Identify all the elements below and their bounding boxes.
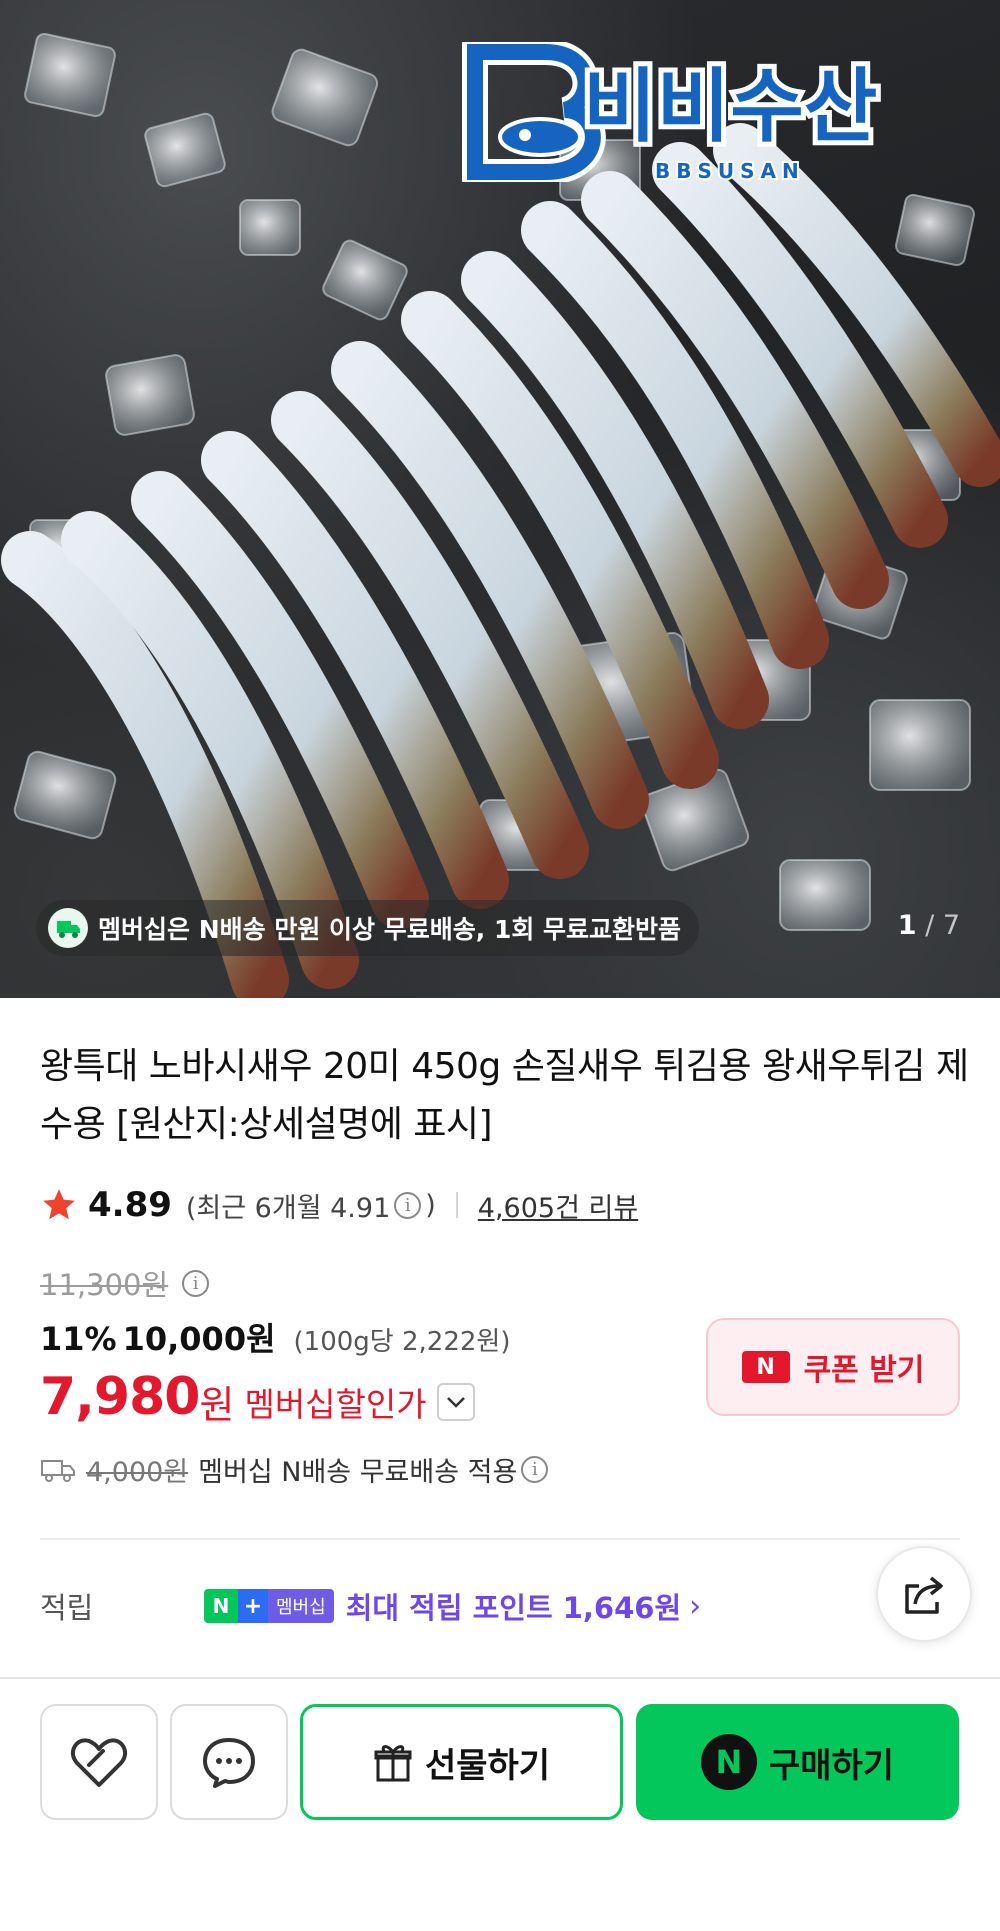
review-count-link[interactable]: 4,605건 리뷰 bbox=[478, 1186, 638, 1225]
rating-row: 4.89 (최근 6개월 4.91 i ) 4,605건 리뷰 bbox=[40, 1182, 638, 1228]
membership-notice[interactable]: 멤버십은 N배송 만원 이상 무료배송, 1회 무료교환반품 bbox=[36, 900, 700, 956]
discount-percent: 11% bbox=[40, 1320, 117, 1358]
gift-button[interactable]: 선물하기 bbox=[300, 1704, 623, 1820]
naver-pay-icon: N bbox=[700, 1734, 757, 1790]
info-icon[interactable]: i bbox=[394, 1191, 422, 1219]
shipping-info-icon[interactable]: i bbox=[521, 1456, 549, 1483]
sale-price-row: 11% 10,000원 (100g당 2,222원) bbox=[40, 1314, 511, 1360]
price-info-icon[interactable]: i bbox=[182, 1269, 210, 1297]
recent-rating: (최근 6개월 4.91 bbox=[185, 1192, 391, 1224]
brand-logo: 비비수산 BBSUSAN bbox=[462, 42, 882, 182]
member-price-unit: 원 bbox=[199, 1383, 235, 1427]
member-price-label: 멤버십할인가 bbox=[244, 1384, 427, 1424]
chevron-right-icon: › bbox=[689, 1588, 702, 1624]
recent-rating-close: ) bbox=[425, 1189, 436, 1221]
member-price-row: 7,980 원 멤버십할인가 bbox=[40, 1364, 475, 1429]
page-total: 7 bbox=[942, 910, 960, 941]
max-points-text: 최대 적립 포인트 1,646원 bbox=[345, 1591, 682, 1625]
buy-button[interactable]: N 구매하기 bbox=[636, 1704, 959, 1820]
original-price: 11,300원 bbox=[40, 1268, 169, 1302]
shipping-row: 4,000원 멤버십 N배송 무료배송 적용 i bbox=[40, 1450, 552, 1489]
wishlist-button[interactable] bbox=[40, 1704, 158, 1820]
heart-icon bbox=[70, 1738, 128, 1787]
unit-price: (100g당 2,222원) bbox=[293, 1327, 511, 1357]
divider bbox=[40, 1538, 960, 1540]
sale-price: 10,000원 bbox=[122, 1320, 276, 1358]
membership-notice-text: 멤버십은 N배송 만원 이상 무료배송, 1회 무료교환반품 bbox=[98, 915, 682, 944]
page-current: 1 bbox=[897, 910, 917, 941]
shipping-fee: 4,000원 bbox=[86, 1457, 189, 1488]
points-label: 적립 bbox=[40, 1591, 94, 1625]
coupon-button[interactable]: N 쿠폰 받기 bbox=[706, 1318, 960, 1416]
share-icon bbox=[905, 1576, 943, 1614]
delivery-icon bbox=[48, 908, 88, 948]
talk-icon bbox=[203, 1738, 255, 1788]
bottom-bar-divider bbox=[0, 1677, 1000, 1679]
gift-button-label: 선물하기 bbox=[424, 1745, 551, 1786]
page-separator: / bbox=[925, 910, 935, 941]
rating-score: 4.89 bbox=[88, 1185, 172, 1225]
buy-button-label: 구매하기 bbox=[768, 1745, 895, 1786]
member-price: 7,980 bbox=[40, 1366, 200, 1427]
product-title: 왕특대 노바시새우 20미 450g 손질새우 튀김용 왕새우튀김 제수용 [원… bbox=[40, 1046, 969, 1145]
coupon-n-icon: N bbox=[741, 1351, 790, 1383]
points-row[interactable]: 적립 N + 멤버십 최대 적립 포인트 1,646원 › bbox=[40, 1586, 960, 1626]
coupon-button-label: 쿠폰 받기 bbox=[803, 1353, 925, 1388]
gift-icon bbox=[374, 1745, 412, 1782]
share-button[interactable] bbox=[876, 1546, 972, 1642]
svg-text:비비수산: 비비수산 bbox=[583, 60, 877, 153]
truck-icon bbox=[41, 1459, 75, 1482]
image-page-counter: 1 / 7 bbox=[898, 910, 960, 941]
product-image-carousel[interactable]: 비비수산 BBSUSAN 멤버십은 N배송 만원 이상 무료배송, 1회 무료교… bbox=[0, 0, 1000, 998]
original-price-row: 11,300원 i bbox=[40, 1262, 213, 1304]
chevron-down-icon[interactable] bbox=[436, 1382, 475, 1421]
svg-text:BBSUSAN: BBSUSAN bbox=[655, 159, 805, 182]
shipping-text: 멤버십 N배송 무료배송 적용 bbox=[198, 1457, 518, 1488]
naver-plus-membership-badge: N + 멤버십 bbox=[204, 1589, 334, 1623]
rating-divider bbox=[455, 1192, 458, 1218]
star-icon bbox=[43, 1189, 75, 1220]
talk-button[interactable] bbox=[170, 1704, 288, 1820]
